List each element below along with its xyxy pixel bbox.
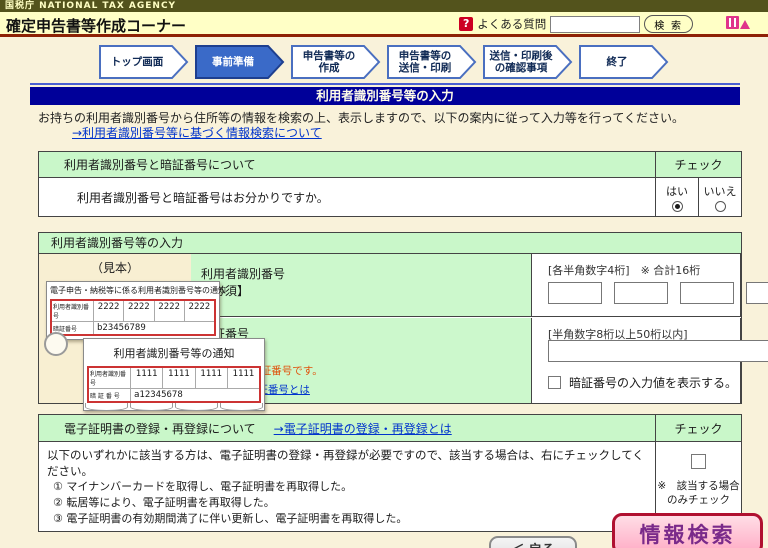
sample1-id-label: 利用者識別番号: [52, 301, 94, 321]
certificate-check-note: ※ 該当する場合 のみチェック: [657, 480, 740, 506]
section3-check-header: チェック: [655, 415, 741, 441]
faq-search-input[interactable]: [550, 15, 641, 33]
certificate-link[interactable]: →電子証明書の登録・再登録とは: [274, 420, 452, 437]
torn-edge: [84, 403, 264, 411]
back-button[interactable]: ＜ 戻る: [489, 536, 577, 548]
question-icon: ?: [459, 17, 474, 31]
section1-question: 利用者識別番号と暗証番号はお分かりですか。: [77, 190, 329, 205]
id-number-input-4[interactable]: [746, 282, 768, 304]
page: 国税庁 NATIONAL TAX AGENCY 確定申告書等作成コーナー ? よ…: [0, 0, 768, 548]
faq-link[interactable]: よくある質問: [477, 16, 546, 32]
nav-step-send-print[interactable]: 申告書等の 送信・印刷: [387, 44, 477, 79]
person-icon: [740, 20, 750, 29]
sample-caption: （見本）: [90, 261, 139, 275]
password-input[interactable]: [548, 339, 768, 362]
sample-notice1-title: 電子申告・納税等に係る利用者識別番号等の通知: [50, 286, 226, 295]
search-button[interactable]: 検 索: [644, 15, 693, 33]
option-yes-label: はい: [666, 184, 688, 198]
page-title: 利用者識別番号等の入力: [30, 87, 740, 105]
section1-header: 利用者識別番号と暗証番号について: [64, 158, 256, 172]
nav-step-finish[interactable]: 終了: [579, 44, 669, 79]
sample-notice-id: 利用者識別番号等の通知 利用者識別番号 1111 1111 1111 1111 …: [83, 338, 265, 411]
id-number-hint: [各半角数字4桁] ※ 合計16桁: [548, 264, 701, 277]
id-number-input-1[interactable]: [548, 282, 602, 304]
sample2-id-label: 利用者識別番号: [89, 368, 131, 388]
id-number-required: 【必須】: [201, 284, 250, 298]
password-input-cell: [半角数字8桁以上50桁以内] 暗証番号の入力値を表示する。: [532, 317, 768, 403]
sample-notice2-title: 利用者識別番号等の通知: [113, 347, 235, 360]
info-search-link[interactable]: →利用者識別番号等に基づく情報検索について: [72, 126, 322, 140]
section1-check-header: チェック: [655, 152, 741, 177]
section3-item-3: ③ 電子証明書の有効期間満了に伴い更新し、電子証明書を再取得した。: [53, 512, 408, 525]
id-number-label-cell: 利用者識別番号 【必須】: [191, 254, 532, 317]
section3-description: 以下のいずれかに該当する方は、電子証明書の登録・再登録が必要ですので、該当する場…: [47, 448, 644, 478]
sample-panel: （見本） 電子申告・納税等に係る利用者識別番号等の通知 利用者識別番号 2222…: [39, 254, 265, 411]
step-nav: トップ画面 事前準備 申告書等の 作成 申告書等の 送信・印刷 送信・印刷後 の…: [0, 40, 768, 83]
nav-step-top[interactable]: トップ画面: [99, 44, 189, 79]
entrance-icon[interactable]: [726, 16, 750, 29]
agency-bar: 国税庁 NATIONAL TAX AGENCY: [0, 0, 768, 12]
option-no[interactable]: いいえ: [698, 178, 741, 216]
info-search-button[interactable]: 情報検索: [612, 513, 763, 548]
id-number-label: 利用者識別番号: [201, 267, 286, 281]
option-yes[interactable]: はい: [655, 178, 698, 216]
certificate-checkbox[interactable]: [691, 454, 706, 469]
sample-notice-etax: 電子申告・納税等に係る利用者識別番号等の通知 利用者識別番号 2222 2222…: [46, 281, 226, 340]
option-no-label: いいえ: [703, 184, 737, 198]
stamp-circle-icon: [44, 332, 68, 356]
site-title: 確定申告書等作成コーナー: [6, 17, 187, 35]
section-id-input: 利用者識別番号等の入力 利用者識別番号 【必須】 [各半角数字4桁] ※ 合計1…: [38, 232, 768, 411]
divider: [30, 83, 740, 85]
nav-step-confirm[interactable]: 送信・印刷後 の確認事項: [483, 44, 573, 79]
site-header: 確定申告書等作成コーナー ? よくある質問 検 索: [0, 12, 768, 37]
id-number-input-cell: [各半角数字4桁] ※ 合計16桁: [532, 254, 768, 317]
id-number-input-3[interactable]: [680, 282, 734, 304]
radio-no[interactable]: [714, 200, 726, 212]
show-password-checkbox[interactable]: [548, 375, 561, 389]
radio-yes[interactable]: [671, 200, 683, 212]
section3-item-1: ① マイナンバーカードを取得し、電子証明書を再取得した。: [53, 480, 353, 493]
id-number-input-2[interactable]: [614, 282, 668, 304]
sample2-pw-label: 暗 証 番 号: [89, 389, 131, 401]
nav-step-preparation[interactable]: 事前準備: [195, 44, 285, 79]
section3-item-2: ② 転居等により、電子証明書を再取得した。: [53, 496, 275, 509]
nav-step-create[interactable]: 申告書等の 作成: [291, 44, 381, 79]
gate-icon: [726, 16, 739, 29]
section3-header: 電子証明書の登録・再登録について: [64, 421, 256, 436]
section2-header: 利用者識別番号等の入力: [39, 233, 741, 254]
section-id-pw-question: 利用者識別番号と暗証番号について チェック 利用者識別番号と暗証番号はお分かりで…: [38, 151, 742, 217]
show-password-label: 暗証番号の入力値を表示する。: [569, 375, 738, 390]
